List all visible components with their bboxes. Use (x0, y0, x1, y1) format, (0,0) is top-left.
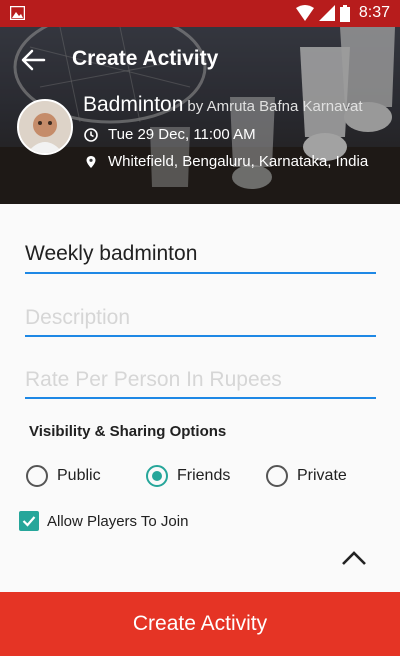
wifi-icon (295, 5, 314, 21)
activity-form: Visibility & Sharing Options Public Frie… (0, 204, 400, 592)
status-bar: 8:37 (0, 0, 400, 27)
activity-location: Whitefield, Bengaluru, Karnataka, India (108, 153, 369, 170)
status-time: 8:37 (358, 4, 390, 21)
activity-name-underline (25, 272, 376, 274)
check-icon (22, 516, 36, 527)
radio-circle-private[interactable] (266, 465, 288, 487)
allow-players-label: Allow Players To Join (47, 512, 189, 530)
description-input[interactable] (25, 306, 376, 336)
visibility-public-radio[interactable]: Public (26, 465, 101, 487)
radio-label-private: Private (297, 467, 347, 484)
visibility-private-radio[interactable]: Private (266, 465, 347, 487)
back-arrow-icon[interactable] (20, 49, 46, 71)
location-pin-icon (86, 155, 96, 168)
avatar-photo (19, 101, 71, 153)
image-icon (10, 6, 25, 20)
visibility-friends-radio[interactable]: Friends (146, 465, 230, 487)
rate-input[interactable] (25, 368, 376, 398)
sport-line: Badminton by Amruta Bafna Karnavat (83, 93, 363, 117)
clock-icon (84, 127, 98, 142)
battery-icon (339, 4, 350, 22)
radio-circle-friends[interactable] (146, 465, 168, 487)
radio-label-public: Public (57, 467, 101, 484)
page-title: Create Activity (72, 47, 219, 70)
radio-label-friends: Friends (177, 467, 231, 484)
create-activity-button[interactable]: Create Activity (0, 592, 400, 656)
avatar (17, 99, 73, 155)
radio-circle-public[interactable] (26, 465, 48, 487)
location-row: Whitefield, Bengaluru, Karnataka, India (84, 153, 368, 170)
allow-players-checkbox[interactable] (19, 511, 39, 531)
activity-datetime: Tue 29 Dec, 11:00 AM (108, 126, 256, 143)
activity-name-input[interactable] (25, 242, 376, 272)
visibility-heading: Visibility & Sharing Options (29, 423, 227, 440)
datetime-row: Tue 29 Dec, 11:00 AM (84, 126, 256, 143)
description-underline (25, 335, 376, 337)
chevron-up-icon[interactable] (340, 549, 368, 567)
sport-name: Badminton (83, 93, 184, 116)
signal-icon (318, 5, 335, 21)
allow-players-checkbox-row[interactable]: Allow Players To Join (19, 511, 188, 531)
activity-header: Create Activity Badminton by Amruta Bafna… (0, 27, 400, 204)
organizer-name: by Amruta Bafna Karnavat (187, 98, 363, 115)
rate-underline (25, 397, 376, 399)
